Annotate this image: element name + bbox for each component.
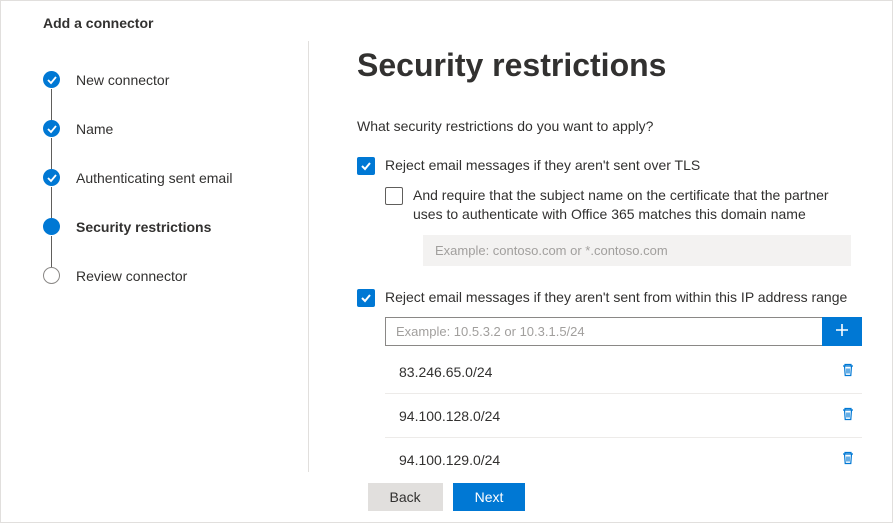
step-security-restrictions[interactable]: Security restrictions: [43, 218, 280, 267]
wizard-sidebar: New connector Name Authenticating sent e…: [1, 41, 309, 472]
trash-icon: [840, 409, 856, 425]
step-review-connector[interactable]: Review connector: [43, 267, 280, 284]
ip-list: 83.246.65.0/24 94.100.128.0/24: [385, 350, 862, 472]
trash-icon: [840, 365, 856, 381]
step-label: New connector: [76, 72, 169, 88]
main: Security restrictions What security rest…: [309, 41, 892, 472]
ip-value: 94.100.129.0/24: [399, 452, 500, 468]
check-circle-icon: [43, 120, 60, 137]
footer: Back Next: [1, 472, 892, 522]
content: New connector Name Authenticating sent e…: [1, 41, 892, 472]
check-circle-icon: [43, 169, 60, 186]
tls-option: Reject email messages if they aren't sen…: [357, 156, 862, 176]
step-label: Security restrictions: [76, 219, 211, 235]
dialog-title: Add a connector: [1, 1, 892, 41]
next-button[interactable]: Next: [453, 483, 526, 511]
delete-ip-button[interactable]: [838, 404, 858, 427]
delete-ip-button[interactable]: [838, 360, 858, 383]
ip-list-item: 94.100.128.0/24: [385, 394, 862, 438]
ip-value: 83.246.65.0/24: [399, 364, 492, 380]
tls-sub-label: And require that the subject name on the…: [413, 186, 862, 225]
back-button[interactable]: Back: [368, 483, 443, 511]
ip-checkbox[interactable]: [357, 289, 375, 307]
step-label: Authenticating sent email: [76, 170, 232, 186]
check-circle-icon: [43, 71, 60, 88]
pending-step-icon: [43, 267, 60, 284]
tls-sub-option: And require that the subject name on the…: [385, 186, 862, 225]
add-ip-button[interactable]: [822, 317, 862, 346]
trash-icon: [840, 453, 856, 469]
ip-list-item: 83.246.65.0/24: [385, 350, 862, 394]
step-label: Review connector: [76, 268, 187, 284]
current-step-icon: [43, 218, 60, 235]
step-name[interactable]: Name: [43, 120, 280, 169]
page-title: Security restrictions: [357, 47, 862, 84]
intro-text: What security restrictions do you want t…: [357, 118, 862, 134]
domain-name-input[interactable]: [423, 235, 851, 266]
ip-list-item: 94.100.129.0/24: [385, 438, 862, 472]
plus-icon: [834, 322, 850, 341]
step-new-connector[interactable]: New connector: [43, 71, 280, 120]
delete-ip-button[interactable]: [838, 448, 858, 471]
ip-input-row: [385, 317, 862, 346]
ip-address-input[interactable]: [385, 317, 822, 346]
ip-option: Reject email messages if they aren't sen…: [357, 288, 862, 308]
ip-value: 94.100.128.0/24: [399, 408, 500, 424]
step-label: Name: [76, 121, 113, 137]
tls-label: Reject email messages if they aren't sen…: [385, 156, 700, 176]
tls-subject-checkbox[interactable]: [385, 187, 403, 205]
tls-checkbox[interactable]: [357, 157, 375, 175]
ip-label: Reject email messages if they aren't sen…: [385, 288, 847, 308]
step-authenticating[interactable]: Authenticating sent email: [43, 169, 280, 218]
